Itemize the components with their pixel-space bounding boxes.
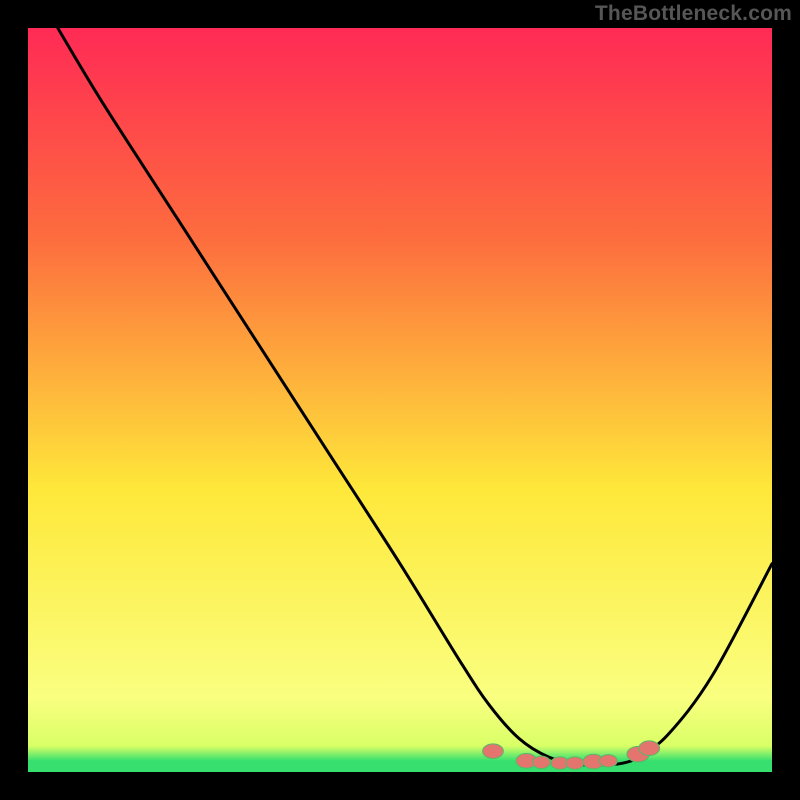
marker-dot — [483, 744, 504, 759]
marker-dot — [532, 756, 550, 768]
plot-area — [28, 28, 772, 772]
marker-dot — [639, 741, 660, 756]
gradient-background — [28, 28, 772, 772]
chart-svg — [28, 28, 772, 772]
marker-dot — [566, 757, 584, 769]
chart-frame: TheBottleneck.com — [0, 0, 800, 800]
watermark-text: TheBottleneck.com — [595, 2, 792, 26]
marker-dot — [599, 755, 617, 767]
